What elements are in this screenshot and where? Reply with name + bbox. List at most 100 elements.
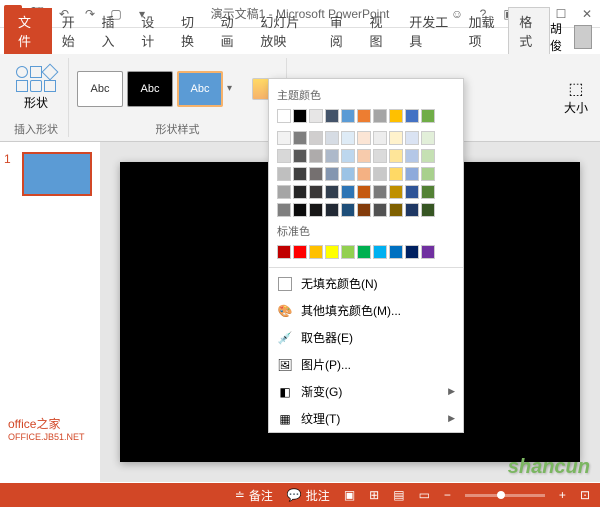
tab-slideshow[interactable]: 幻灯片放映 bbox=[250, 8, 319, 54]
color-swatch[interactable] bbox=[277, 185, 291, 199]
color-swatch[interactable] bbox=[421, 149, 435, 163]
color-swatch[interactable] bbox=[389, 109, 403, 123]
color-swatch[interactable] bbox=[293, 167, 307, 181]
zoom-in-icon[interactable]: + bbox=[559, 488, 566, 502]
color-swatch[interactable] bbox=[421, 109, 435, 123]
color-swatch[interactable] bbox=[309, 149, 323, 163]
color-swatch[interactable] bbox=[373, 131, 387, 145]
color-swatch[interactable] bbox=[325, 167, 339, 181]
color-swatch[interactable] bbox=[405, 185, 419, 199]
color-swatch[interactable] bbox=[389, 131, 403, 145]
color-swatch[interactable] bbox=[421, 245, 435, 259]
color-swatch[interactable] bbox=[421, 167, 435, 181]
color-swatch[interactable] bbox=[357, 167, 371, 181]
color-swatch[interactable] bbox=[373, 245, 387, 259]
notes-button[interactable]: ≐ 备注 bbox=[235, 487, 273, 504]
view-reading-icon[interactable]: ▤ bbox=[393, 488, 404, 502]
color-swatch[interactable] bbox=[325, 245, 339, 259]
tab-home[interactable]: 开始 bbox=[52, 8, 92, 54]
color-swatch[interactable] bbox=[277, 109, 291, 123]
color-swatch[interactable] bbox=[421, 185, 435, 199]
shapes-gallery-button[interactable]: 形状 bbox=[12, 62, 60, 115]
tab-addins[interactable]: 加载项 bbox=[459, 8, 509, 54]
tab-animations[interactable]: 动画 bbox=[211, 8, 251, 54]
color-swatch[interactable] bbox=[341, 109, 355, 123]
color-swatch[interactable] bbox=[373, 185, 387, 199]
color-swatch[interactable] bbox=[341, 203, 355, 217]
color-swatch[interactable] bbox=[389, 185, 403, 199]
size-button[interactable]: ⬚ 大小 bbox=[564, 79, 588, 116]
color-swatch[interactable] bbox=[389, 167, 403, 181]
color-swatch[interactable] bbox=[405, 109, 419, 123]
eyedropper-item[interactable]: 💉 取色器(E) bbox=[269, 324, 463, 351]
zoom-out-icon[interactable]: − bbox=[444, 488, 451, 502]
slide-thumbnail-1[interactable] bbox=[22, 152, 92, 196]
color-swatch[interactable] bbox=[325, 203, 339, 217]
tab-developer[interactable]: 开发工具 bbox=[399, 8, 458, 54]
color-swatch[interactable] bbox=[293, 245, 307, 259]
style-preset-black[interactable]: Abc bbox=[127, 71, 173, 107]
gradient-fill-item[interactable]: ◧ 渐变(G) ▶ bbox=[269, 378, 463, 405]
color-swatch[interactable] bbox=[325, 109, 339, 123]
color-swatch[interactable] bbox=[277, 131, 291, 145]
color-swatch[interactable] bbox=[309, 131, 323, 145]
tab-design[interactable]: 设计 bbox=[131, 8, 171, 54]
fit-window-icon[interactable]: ⊡ bbox=[580, 488, 590, 502]
style-preset-white[interactable]: Abc bbox=[77, 71, 123, 107]
color-swatch[interactable] bbox=[357, 131, 371, 145]
view-normal-icon[interactable]: ▣ bbox=[344, 488, 355, 502]
color-swatch[interactable] bbox=[277, 245, 291, 259]
color-swatch[interactable] bbox=[293, 149, 307, 163]
more-colors-item[interactable]: 🎨 其他填充颜色(M)... bbox=[269, 297, 463, 324]
color-swatch[interactable] bbox=[405, 167, 419, 181]
color-swatch[interactable] bbox=[341, 185, 355, 199]
picture-fill-item[interactable]: 🖼 图片(P)... bbox=[269, 351, 463, 378]
color-swatch[interactable] bbox=[341, 245, 355, 259]
color-swatch[interactable] bbox=[309, 109, 323, 123]
color-swatch[interactable] bbox=[293, 131, 307, 145]
zoom-slider[interactable] bbox=[465, 494, 545, 497]
color-swatch[interactable] bbox=[373, 167, 387, 181]
color-swatch[interactable] bbox=[373, 203, 387, 217]
color-swatch[interactable] bbox=[341, 167, 355, 181]
color-swatch[interactable] bbox=[309, 203, 323, 217]
color-swatch[interactable] bbox=[277, 167, 291, 181]
color-swatch[interactable] bbox=[405, 203, 419, 217]
color-swatch[interactable] bbox=[325, 149, 339, 163]
color-swatch[interactable] bbox=[309, 167, 323, 181]
color-swatch[interactable] bbox=[277, 203, 291, 217]
color-swatch[interactable] bbox=[325, 185, 339, 199]
color-swatch[interactable] bbox=[293, 185, 307, 199]
color-swatch[interactable] bbox=[357, 203, 371, 217]
color-swatch[interactable] bbox=[357, 149, 371, 163]
color-swatch[interactable] bbox=[357, 245, 371, 259]
avatar[interactable] bbox=[574, 25, 592, 49]
tab-transitions[interactable]: 切换 bbox=[171, 8, 211, 54]
color-swatch[interactable] bbox=[389, 245, 403, 259]
color-swatch[interactable] bbox=[405, 131, 419, 145]
color-swatch[interactable] bbox=[389, 149, 403, 163]
color-swatch[interactable] bbox=[277, 149, 291, 163]
color-swatch[interactable] bbox=[373, 149, 387, 163]
color-swatch[interactable] bbox=[405, 245, 419, 259]
style-more-icon[interactable]: ▾ bbox=[227, 83, 232, 94]
comments-button[interactable]: 💬 批注 bbox=[287, 487, 330, 504]
style-preset-blue-selected[interactable]: Abc bbox=[177, 71, 223, 107]
view-slideshow-icon[interactable]: ▭ bbox=[419, 488, 430, 502]
color-swatch[interactable] bbox=[389, 203, 403, 217]
color-swatch[interactable] bbox=[325, 131, 339, 145]
color-swatch[interactable] bbox=[293, 109, 307, 123]
color-swatch[interactable] bbox=[421, 203, 435, 217]
no-fill-item[interactable]: 无填充颜色(N) bbox=[269, 270, 463, 297]
texture-fill-item[interactable]: ▦ 纹理(T) ▶ bbox=[269, 405, 463, 432]
color-swatch[interactable] bbox=[405, 149, 419, 163]
tab-file[interactable]: 文件 bbox=[4, 8, 52, 54]
color-swatch[interactable] bbox=[293, 203, 307, 217]
color-swatch[interactable] bbox=[341, 131, 355, 145]
color-swatch[interactable] bbox=[309, 245, 323, 259]
tab-review[interactable]: 审阅 bbox=[320, 8, 360, 54]
color-swatch[interactable] bbox=[421, 131, 435, 145]
tab-format[interactable]: 格式 bbox=[508, 7, 550, 54]
color-swatch[interactable] bbox=[373, 109, 387, 123]
color-swatch[interactable] bbox=[357, 109, 371, 123]
